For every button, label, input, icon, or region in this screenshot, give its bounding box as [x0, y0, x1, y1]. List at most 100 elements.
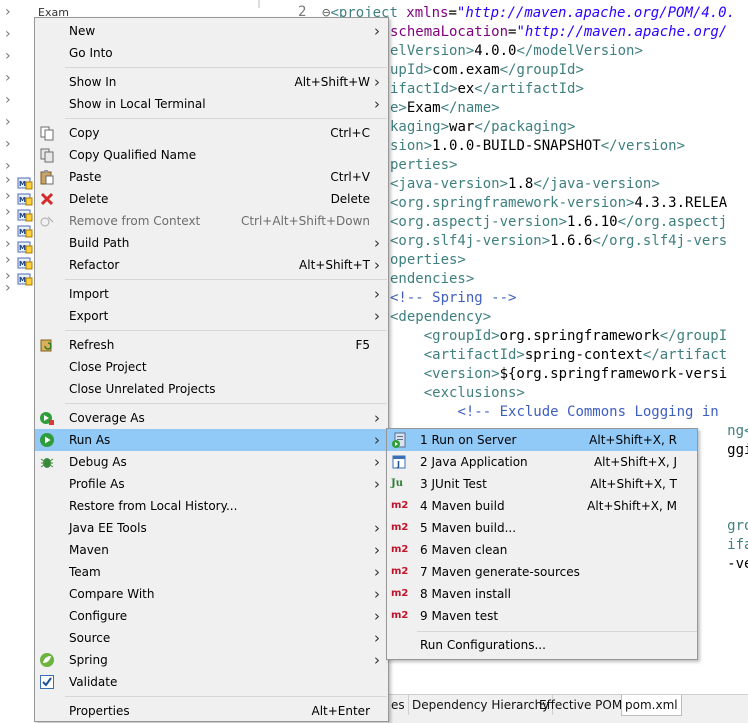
menu-item-new[interactable]: New ›: [35, 20, 388, 42]
m2-icon: m2: [391, 566, 409, 577]
menu-item-copy[interactable]: Copy Ctrl+C: [35, 122, 388, 144]
chevron-right-icon[interactable]: ›: [5, 236, 11, 252]
menu-item-delete[interactable]: Delete Delete: [35, 188, 388, 210]
junit-icon: Ju: [391, 478, 404, 489]
menu-item-label: New: [69, 24, 96, 38]
code-token: <org.slf4j-version>: [390, 233, 551, 249]
menu-item-close-project[interactable]: Close Project: [35, 356, 388, 378]
menu-item-profile-as[interactable]: Profile As ›: [35, 473, 388, 495]
menu-item-show-in[interactable]: Show In Alt+Shift+W ›: [35, 71, 388, 93]
submenu-item-5-maven-build[interactable]: m2 5 Maven build...: [387, 517, 697, 539]
chevron-right-icon[interactable]: ›: [5, 172, 11, 188]
submenu-arrow-icon: ›: [374, 453, 380, 471]
submenu-item-4-maven-build[interactable]: m2 4 Maven build Alt+Shift+X, M: [387, 495, 697, 517]
submenu-arrow-icon: ›: [374, 73, 380, 91]
submenu-item-label: 3 JUnit Test: [420, 477, 487, 491]
tree-row[interactable]: ›: [0, 4, 36, 24]
tree-row[interactable]: ›: [0, 280, 36, 300]
menu-item-label: Build Path: [69, 236, 130, 250]
chevron-right-icon[interactable]: ›: [5, 4, 11, 20]
chevron-right-icon[interactable]: ›: [5, 188, 11, 204]
tab-dependency-hierarchy[interactable]: Dependency Hierarchy: [409, 695, 554, 715]
submenu-item-2-java-application[interactable]: J 2 Java Application Alt+Shift+X, J: [387, 451, 697, 473]
menu-item-restore-from-local-history[interactable]: Restore from Local History...: [35, 495, 388, 517]
code-token: <!-- Exclude Commons Logging in: [457, 404, 719, 420]
menu-item-java-ee-tools[interactable]: Java EE Tools ›: [35, 517, 388, 539]
menu-item-build-path[interactable]: Build Path ›: [35, 232, 388, 254]
code-token: operties>: [390, 252, 466, 268]
menu-item-go-into[interactable]: Go Into: [35, 42, 388, 64]
submenu-arrow-icon: ›: [374, 607, 380, 625]
chevron-right-icon[interactable]: ›: [5, 204, 11, 220]
menu-item-copy-qualified-name[interactable]: Copy Qualified Name: [35, 144, 388, 166]
submenu-item-label: 9 Maven test: [420, 609, 499, 623]
menu-item-label: Source: [69, 631, 111, 645]
menu-item-label: Run As: [69, 433, 111, 447]
submenu-arrow-icon: ›: [374, 431, 380, 449]
menu-item-spring[interactable]: Spring ›: [35, 649, 388, 671]
chevron-right-icon[interactable]: ›: [5, 48, 11, 64]
menu-item-coverage-as[interactable]: Coverage As ›: [35, 407, 388, 429]
chevron-right-icon[interactable]: ›: [5, 220, 11, 236]
submenu-item-label: 7 Maven generate-sources: [420, 565, 580, 579]
submenu-item-3-junit-test[interactable]: Ju 3 JUnit Test Alt+Shift+X, T: [387, 473, 697, 495]
submenu-item-7-maven-generate-sources[interactable]: m2 7 Maven generate-sources: [387, 561, 697, 583]
submenu-item-label: 8 Maven install: [420, 587, 511, 601]
code-token: 4.0.0: [474, 43, 517, 59]
code-line: <exclusions>: [390, 385, 525, 404]
chevron-right-icon[interactable]: ›: [5, 26, 11, 42]
tree-row[interactable]: ›: [0, 136, 36, 156]
code-token: 1.6.10: [567, 214, 618, 230]
chevron-right-icon[interactable]: ›: [5, 92, 11, 108]
menu-item-validate[interactable]: Validate: [35, 671, 388, 693]
menu-item-compare-with[interactable]: Compare With ›: [35, 583, 388, 605]
svg-text:M: M: [19, 212, 26, 220]
code-token: ex: [457, 81, 475, 97]
m2-icon: m2: [391, 500, 409, 511]
project-explorer: › › › › › › › › › M › M › M › M › M › M › M ›: [0, 0, 36, 722]
menu-item-export[interactable]: Export ›: [35, 305, 388, 327]
menu-item-import[interactable]: Import ›: [35, 283, 388, 305]
tab-effective-pom[interactable]: Effective POM: [536, 695, 627, 715]
menu-item-source[interactable]: Source ›: [35, 627, 388, 649]
menu-item-refactor[interactable]: Refactor Alt+Shift+T ›: [35, 254, 388, 276]
tree-row[interactable]: ›: [0, 70, 36, 90]
submenu-item-1-run-on-server[interactable]: 1 Run on Server Alt+Shift+X, R: [387, 429, 697, 451]
submenu-item-6-maven-clean[interactable]: m2 6 Maven clean: [387, 539, 697, 561]
chevron-right-icon[interactable]: ›: [5, 70, 11, 86]
submenu-arrow-icon: ›: [374, 234, 380, 252]
menu-item-run-as[interactable]: Run As ›: [35, 429, 388, 451]
submenu-item-9-maven-test[interactable]: m2 9 Maven test: [387, 605, 697, 627]
code-token: 1.0.0-BUILD-SNAPSHOT: [432, 138, 601, 154]
chevron-right-icon[interactable]: ›: [5, 252, 11, 268]
submenu-item-shortcut: Alt+Shift+X, M: [587, 499, 677, 513]
menu-item-debug-as[interactable]: Debug As ›: [35, 451, 388, 473]
tree-row[interactable]: ›: [0, 26, 36, 46]
chevron-right-icon[interactable]: ›: [5, 136, 11, 152]
server-run-icon: [391, 432, 409, 448]
menu-item-configure[interactable]: Configure ›: [35, 605, 388, 627]
menu-item-show-in-local-terminal[interactable]: Show in Local Terminal ›: [35, 93, 388, 115]
submenu-item-8-maven-install[interactable]: m2 8 Maven install: [387, 583, 697, 605]
tab-es[interactable]: es: [388, 695, 409, 715]
chevron-right-icon[interactable]: ›: [5, 280, 11, 296]
submenu-item-run-configurations[interactable]: Run Configurations...: [387, 634, 697, 656]
code-line: sion>1.0.0-BUILD-SNAPSHOT</version>: [390, 138, 685, 157]
editor-divider: [258, 0, 260, 8]
code-token: </artifact: [642, 347, 728, 363]
code-line: perties>: [390, 157, 457, 176]
menu-item-team[interactable]: Team ›: [35, 561, 388, 583]
menu-item-paste[interactable]: Paste Ctrl+V: [35, 166, 388, 188]
menu-item-refresh[interactable]: Refresh F5: [35, 334, 388, 356]
tree-row[interactable]: ›: [0, 48, 36, 68]
tree-row[interactable]: ›: [0, 114, 36, 134]
paste-icon: [39, 169, 55, 185]
menu-item-maven[interactable]: Maven ›: [35, 539, 388, 561]
menu-item-close-unrelated-projects[interactable]: Close Unrelated Projects: [35, 378, 388, 400]
menu-item-properties[interactable]: Properties Alt+Enter: [35, 700, 388, 722]
tree-row[interactable]: ›: [0, 92, 36, 112]
chevron-right-icon[interactable]: ›: [5, 114, 11, 130]
tab-pom-xml[interactable]: pom.xml: [621, 695, 682, 716]
code-token: sion>: [390, 138, 433, 154]
